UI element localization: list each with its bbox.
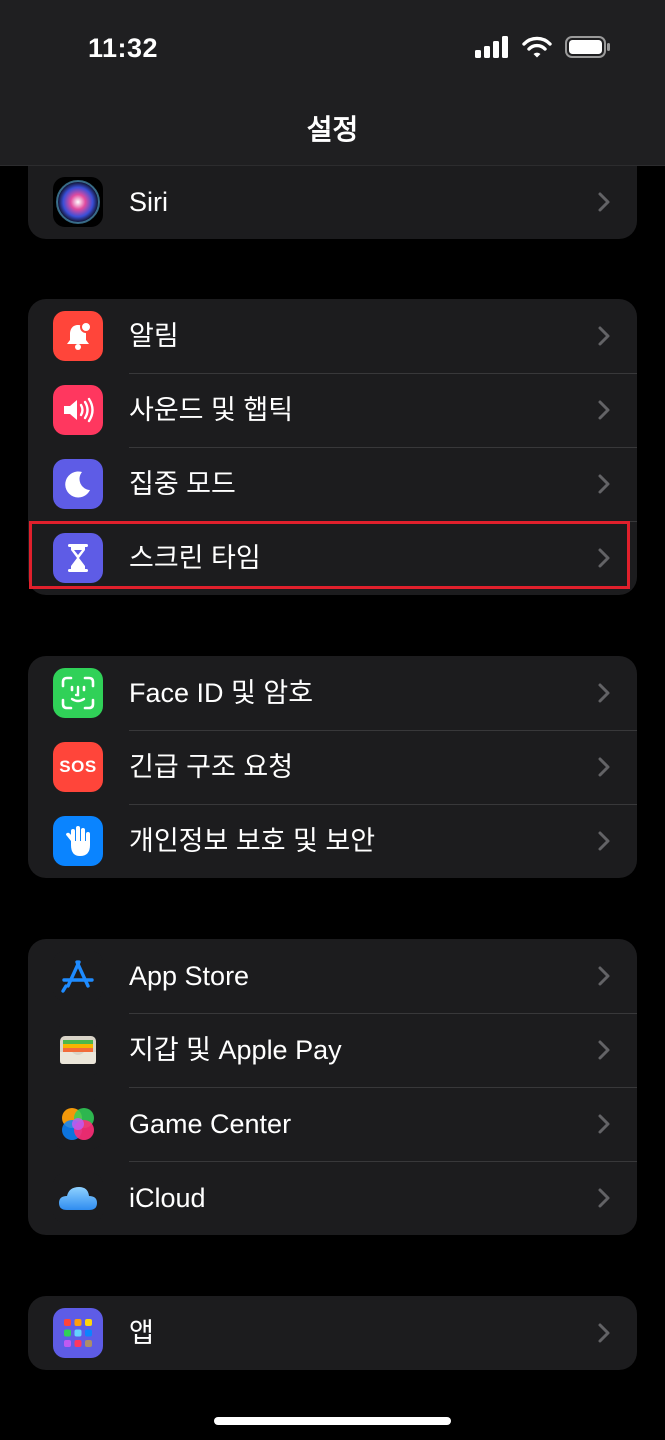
settings-group-apple-services: App Store 지갑 및 Apple Pay Game Center iCl…	[28, 939, 637, 1235]
settings-row-label: 지갑 및 Apple Pay	[129, 1035, 342, 1065]
settings-row-face-id[interactable]: Face ID 및 암호	[28, 656, 637, 730]
settings-row-app-store[interactable]: App Store	[28, 939, 637, 1013]
settings-row-game-center[interactable]: Game Center	[28, 1087, 637, 1161]
page-title: 설정	[306, 114, 359, 145]
icloud-icon	[53, 1173, 103, 1223]
settings-row-label: 앱	[129, 1318, 154, 1348]
settings-group-apps: 앱	[28, 1296, 637, 1370]
settings-row-icloud[interactable]: iCloud	[28, 1161, 637, 1235]
status-time: 11:32	[88, 33, 159, 63]
wallet-icon	[53, 1025, 103, 1075]
chevron-right-icon	[598, 831, 610, 851]
settings-row-apps[interactable]: 앱	[28, 1296, 637, 1370]
settings-row-label: 사운드 및 햅틱	[129, 395, 294, 425]
settings-row-screen-time[interactable]: 스크린 타임	[28, 521, 637, 595]
settings-row-label: 긴급 구조 요청	[129, 752, 294, 782]
settings-row-privacy-security[interactable]: 개인정보 보호 및 보안	[28, 804, 637, 878]
apps-grid-icon	[53, 1308, 103, 1358]
settings-row-sounds-haptics[interactable]: 사운드 및 햅틱	[28, 373, 637, 447]
settings-row-label: 스크린 타임	[129, 543, 261, 573]
chevron-right-icon	[598, 474, 610, 494]
settings-row-label: Game Center	[129, 1109, 292, 1139]
chevron-right-icon	[598, 326, 610, 346]
chevron-right-icon	[598, 757, 610, 777]
siri-icon	[53, 177, 103, 227]
chevron-right-icon	[598, 548, 610, 568]
chevron-right-icon	[598, 1188, 610, 1208]
speaker-icon	[53, 385, 103, 435]
settings-group-security: Face ID 및 암호 SOS 긴급 구조 요청 개인정보 보호 및 보안	[28, 656, 637, 878]
settings-row-emergency-sos[interactable]: SOS 긴급 구조 요청	[28, 730, 637, 804]
settings-row-label: App Store	[129, 961, 250, 991]
face-id-icon	[53, 668, 103, 718]
battery-icon	[565, 36, 610, 58]
chevron-right-icon	[598, 1114, 610, 1134]
wifi-icon	[522, 36, 552, 58]
hand-icon	[53, 816, 103, 866]
settings-group-siri: Siri	[28, 165, 637, 239]
sos-icon: SOS	[53, 742, 103, 792]
settings-row-label: iCloud	[129, 1183, 206, 1213]
game-center-icon	[53, 1099, 103, 1149]
chevron-right-icon	[598, 966, 610, 986]
settings-row-label: 알림	[129, 321, 179, 351]
sos-icon-text: SOS	[59, 757, 97, 776]
chevron-right-icon	[598, 1323, 610, 1343]
app-store-icon	[53, 951, 103, 1001]
settings-row-wallet[interactable]: 지갑 및 Apple Pay	[28, 1013, 637, 1087]
settings-row-focus[interactable]: 집중 모드	[28, 447, 637, 521]
settings-row-label: Siri	[129, 187, 168, 217]
chevron-right-icon	[598, 1040, 610, 1060]
moon-icon	[53, 459, 103, 509]
settings-group-notifications: 알림 사운드 및 햅틱 집중 모드 스크린 타임	[28, 299, 637, 595]
bell-icon	[53, 311, 103, 361]
settings-row-label: 개인정보 보호 및 보안	[129, 826, 376, 856]
settings-row-label: 집중 모드	[129, 469, 236, 499]
status-icons	[475, 36, 611, 58]
cellular-signal-icon	[475, 36, 508, 58]
chevron-right-icon	[598, 683, 610, 703]
chevron-right-icon	[598, 192, 610, 212]
settings-row-label: Face ID 및 암호	[129, 678, 314, 708]
home-indicator[interactable]	[214, 1417, 451, 1425]
navigation-header: 11:32 설정	[0, 0, 665, 166]
settings-row-siri[interactable]: Siri	[28, 165, 637, 239]
chevron-right-icon	[598, 400, 610, 420]
hourglass-icon	[53, 533, 103, 583]
settings-row-notifications[interactable]: 알림	[28, 299, 637, 373]
